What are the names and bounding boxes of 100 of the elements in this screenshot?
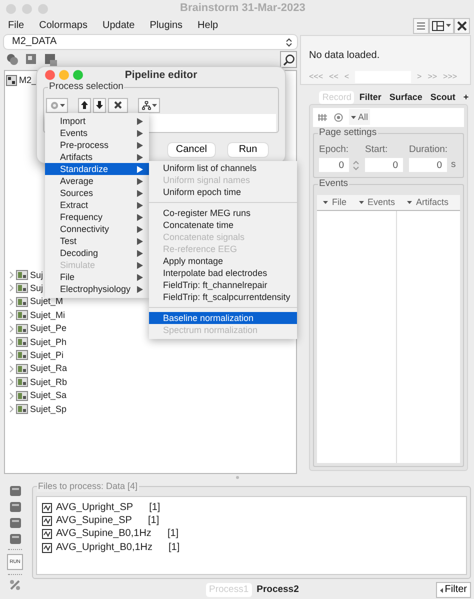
menu-item[interactable]: Interpolate bad electrodes <box>149 267 297 279</box>
search-button[interactable] <box>280 51 297 68</box>
left-caret-icon <box>440 588 443 592</box>
field-label: Start: <box>365 144 389 156</box>
menu-item[interactable]: Sources <box>45 187 149 199</box>
splitter-handle-icon[interactable] <box>236 476 238 478</box>
menu-item[interactable]: Standardize <box>45 163 149 175</box>
menu-item[interactable]: FieldTrip: ft_channelrepair <box>149 279 297 291</box>
menu-item[interactable]: FieldTrip: ft_scalpcurrentdensity <box>149 291 297 303</box>
menu-item[interactable]: Colormaps <box>39 20 88 32</box>
tab[interactable]: Surface <box>386 91 426 104</box>
file-name[interactable]: AVG_Upright_B0,1Hz <box>56 542 153 554</box>
menu-item[interactable]: Test <box>45 235 149 247</box>
menu-item[interactable]: Events <box>45 127 149 139</box>
tree-node[interactable]: Sujet_Ra <box>30 363 68 374</box>
group-title: Page settings <box>318 126 378 138</box>
minimize-button[interactable] <box>59 70 69 80</box>
montage-dropdown[interactable]: All <box>349 109 370 126</box>
menu-item[interactable]: Import <box>45 115 149 127</box>
search-icon <box>282 54 294 66</box>
menu-item[interactable]: Frequency <box>45 211 149 223</box>
close-button[interactable] <box>454 18 470 34</box>
menu-item[interactable]: Uniform list of channels <box>149 162 297 174</box>
tree-node[interactable]: Sujet_Rb <box>30 376 68 388</box>
tab[interactable]: Filter <box>356 91 384 104</box>
subject-icon <box>16 296 28 307</box>
subject-icon <box>16 283 28 294</box>
tree-node[interactable]: Sujet_Sp <box>30 404 67 414</box>
file-name[interactable]: AVG_Supine_B0,1Hz <box>56 528 152 540</box>
menu-item[interactable]: File <box>45 271 149 283</box>
tab[interactable]: Process2 <box>254 583 302 597</box>
data-file-icon <box>42 529 52 540</box>
events-menu[interactable]: Artifacts <box>407 197 449 208</box>
tree-node[interactable]: M2_ <box>19 75 37 86</box>
target-icon[interactable] <box>334 112 343 122</box>
tree-node[interactable]: Sujet_M <box>30 296 64 308</box>
layout-button[interactable] <box>429 18 454 34</box>
subject-icon <box>16 270 28 280</box>
time-field[interactable] <box>355 71 412 83</box>
zoom-button[interactable] <box>73 70 83 80</box>
group-title: Files to process: Data [4] <box>37 481 139 492</box>
menu-item[interactable]: Average <box>45 175 149 187</box>
dialog-button[interactable]: Run <box>228 143 268 157</box>
menu-item[interactable]: Plugins <box>150 20 183 32</box>
menu-item[interactable]: Uniform epoch time <box>149 186 297 198</box>
process-icon[interactable] <box>6 53 19 66</box>
number-field[interactable]: 0 <box>365 158 403 172</box>
add-process-button[interactable] <box>46 98 68 112</box>
menu-item[interactable]: File <box>8 20 24 32</box>
tree-node[interactable]: Sujet_Ph <box>30 336 67 348</box>
caret-icon <box>407 201 412 204</box>
menu-item[interactable]: Baseline normalization <box>149 312 297 324</box>
database-icon <box>8 517 22 529</box>
protocol-dropdown[interactable]: M2_DATA <box>4 35 297 49</box>
number-field[interactable]: 0 <box>409 158 447 172</box>
tree-node[interactable]: Sujet_Sa <box>30 390 67 401</box>
menu-item[interactable]: Apply montage <box>149 255 297 267</box>
window-title: Brainstorm 31-Mar-2023 <box>180 2 306 16</box>
list-button[interactable] <box>413 18 429 34</box>
dialog-button[interactable]: Cancel <box>168 143 215 157</box>
menu-item[interactable]: Pre-process <box>45 139 149 151</box>
file-count: [1] <box>167 528 179 540</box>
file-count: [1] <box>148 515 160 528</box>
filter-button[interactable]: Filter <box>436 582 471 598</box>
subject-icon <box>16 377 28 388</box>
menu-item[interactable]: Artifacts <box>45 151 149 163</box>
spinner-icon[interactable] <box>353 160 359 171</box>
delete-button[interactable] <box>108 98 128 112</box>
move-down-button[interactable] <box>93 98 106 112</box>
menu-item[interactable]: Electrophysiology <box>45 283 149 295</box>
subject-icon <box>16 324 28 334</box>
menu-item[interactable]: Connectivity <box>45 223 149 235</box>
caret-icon <box>60 104 64 106</box>
menu-item[interactable]: Concatenate time <box>149 219 297 231</box>
tree-node[interactable]: Suj <box>30 270 44 280</box>
menu-item[interactable]: Help <box>198 20 218 32</box>
move-up-button[interactable] <box>78 98 91 112</box>
database-icon <box>8 533 22 545</box>
menu-item[interactable]: Update <box>102 20 135 32</box>
tree-node[interactable]: Suj <box>30 283 44 294</box>
menu-item[interactable]: Decoding <box>45 247 149 259</box>
tree-node[interactable]: Sujet_Pi <box>30 350 64 361</box>
channels-icon[interactable] <box>318 112 328 122</box>
events-menu[interactable]: Events <box>358 197 396 208</box>
menu-item[interactable]: Co-register MEG runs <box>149 207 297 219</box>
delete-icon <box>114 101 122 109</box>
group-icon[interactable] <box>44 53 57 66</box>
file-name[interactable]: AVG_Upright_SP <box>56 502 134 514</box>
subject-data-icon[interactable] <box>25 53 38 66</box>
tab[interactable]: + <box>460 91 472 104</box>
events-menu[interactable]: File <box>323 197 347 208</box>
updown-icon <box>286 38 292 46</box>
tab[interactable]: Scout <box>427 91 458 104</box>
pipeline-button[interactable] <box>138 98 160 112</box>
menu-item[interactable]: Extract <box>45 199 149 211</box>
down-arrow-icon <box>96 101 103 109</box>
file-name[interactable]: AVG_Supine_SP <box>56 515 132 528</box>
tree-node[interactable]: Sujet_Mi <box>30 310 66 321</box>
number-field[interactable]: 0 <box>319 158 349 172</box>
tree-node[interactable]: Sujet_Pe <box>30 323 67 334</box>
